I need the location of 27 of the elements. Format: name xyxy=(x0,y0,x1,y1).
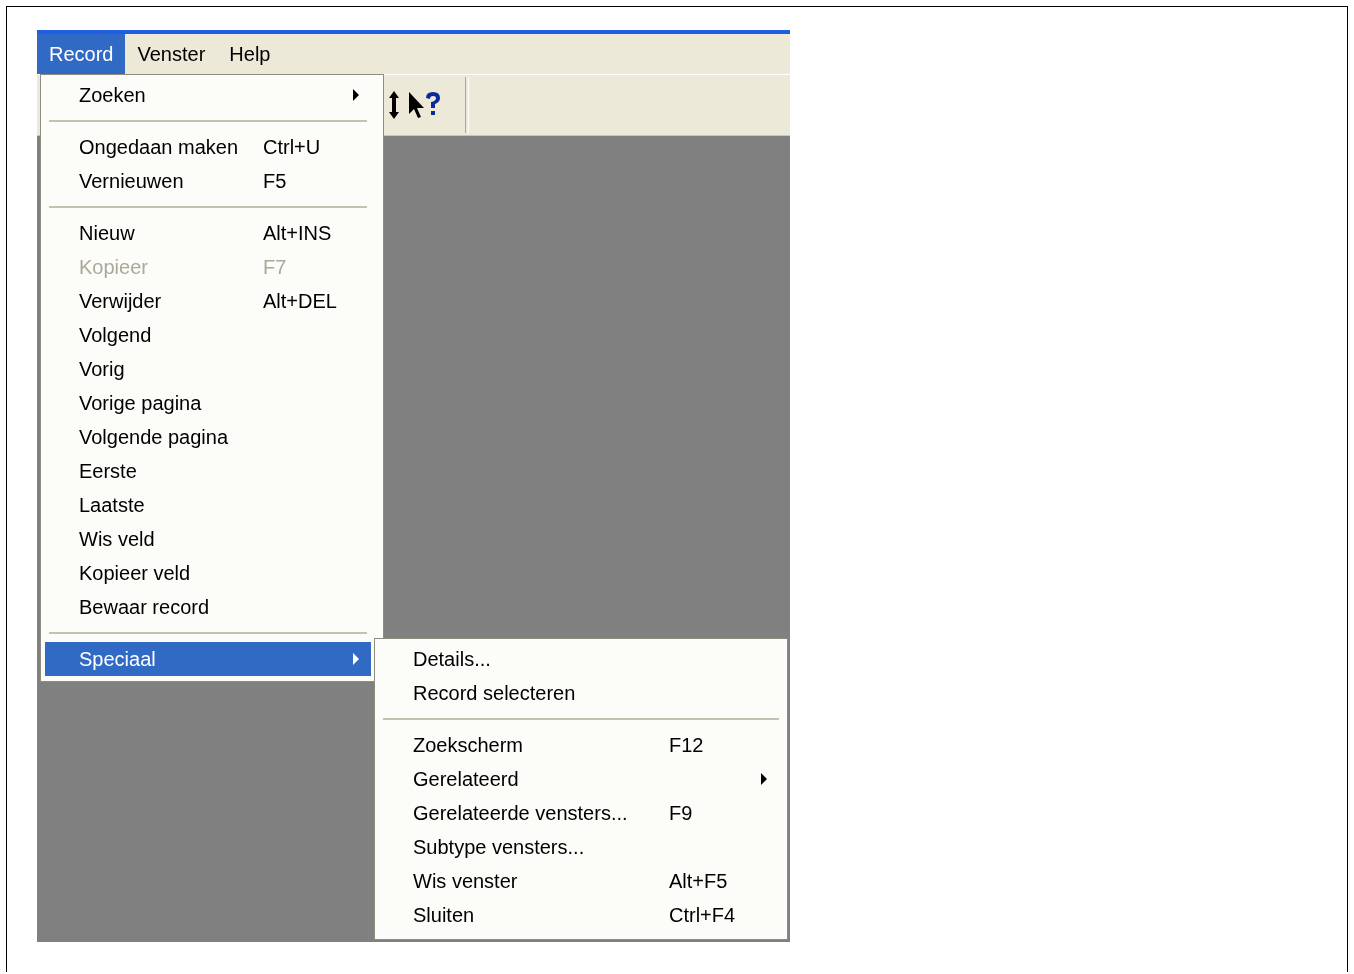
menu-item[interactable]: Gerelateerd xyxy=(379,762,783,796)
menu-item[interactable]: Vorig xyxy=(45,352,371,386)
menu-item[interactable]: Speciaal xyxy=(45,642,371,676)
menu-item[interactable]: Volgend xyxy=(45,318,371,352)
up-down-arrow-icon[interactable] xyxy=(387,90,401,120)
menu-item[interactable]: Vernieuwen F5 xyxy=(45,164,371,198)
menu-item[interactable]: Vorige pagina xyxy=(45,386,371,420)
menu-item[interactable]: Nieuw Alt+INS xyxy=(45,216,371,250)
menu-item[interactable]: Kopieer veld xyxy=(45,556,371,590)
menu-item[interactable]: Volgende pagina xyxy=(45,420,371,454)
menu-item[interactable]: Gerelateerde vensters... F9 xyxy=(379,796,783,830)
menu-item[interactable]: Eerste xyxy=(45,454,371,488)
menu-item[interactable]: Zoekscherm F12 xyxy=(379,728,783,762)
menu-item[interactable]: Wis venster Alt+F5 xyxy=(379,864,783,898)
menu-item[interactable]: Wis veld xyxy=(45,522,371,556)
menu-item[interactable]: Record selecteren xyxy=(379,676,783,710)
menu-item[interactable]: Verwijder Alt+DEL xyxy=(45,284,371,318)
menu-item[interactable]: Sluiten Ctrl+F4 xyxy=(379,898,783,932)
menu-item[interactable]: Bewaar record xyxy=(45,590,371,624)
menu-bar-item[interactable]: Record xyxy=(37,34,126,74)
menu-bar-item[interactable]: Venster xyxy=(125,34,218,74)
help-pointer-icon[interactable] xyxy=(407,90,443,120)
menu-item[interactable]: Ongedaan maken Ctrl+U xyxy=(45,130,371,164)
menu-bar-item[interactable]: Help xyxy=(217,34,283,74)
menu-item[interactable]: Subtype vensters... xyxy=(379,830,783,864)
menu-item[interactable]: Laatste xyxy=(45,488,371,522)
menu-item[interactable]: Details... xyxy=(379,642,783,676)
